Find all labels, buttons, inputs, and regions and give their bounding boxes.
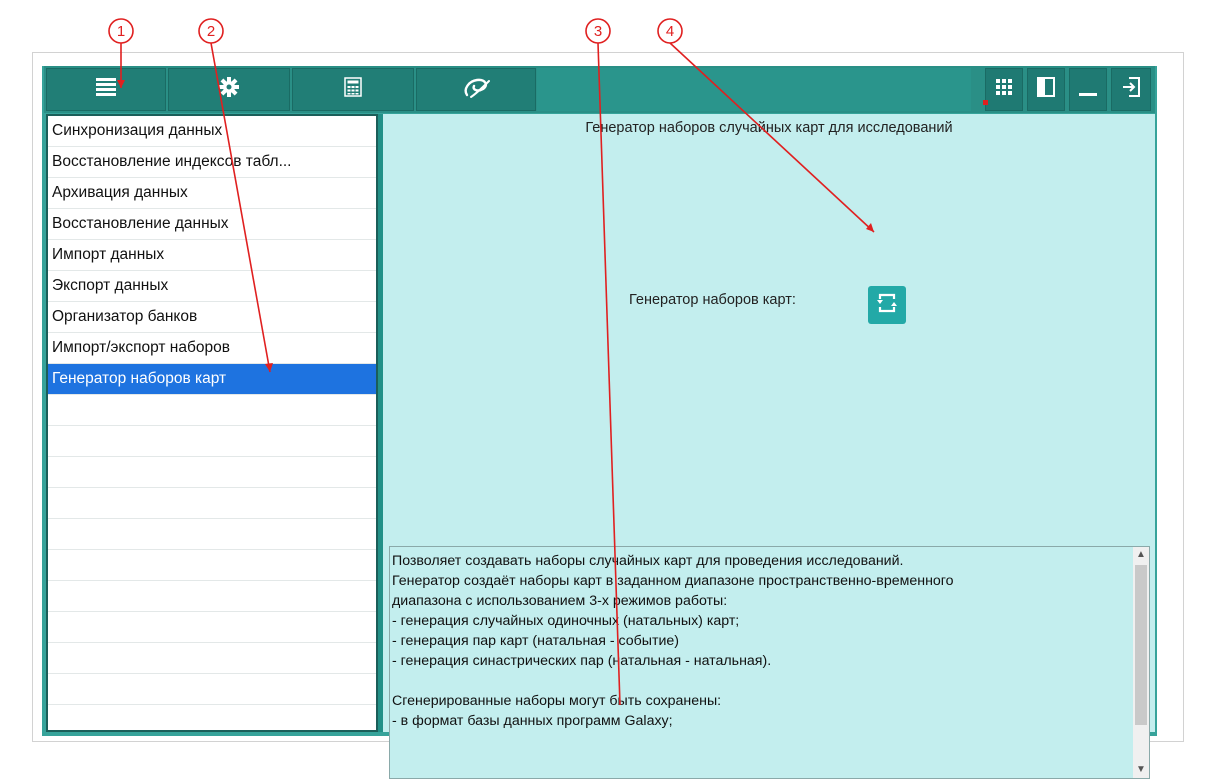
list-item-empty	[48, 674, 376, 705]
list-item-bank-organizer[interactable]: Организатор банков	[48, 302, 376, 333]
galaxy-button[interactable]	[416, 68, 536, 111]
description-text: Позволяет создавать наборы случайных кар…	[392, 551, 1130, 731]
tools-list: Синхронизация данных Восстановление инде…	[48, 116, 376, 730]
galaxy-logo-icon	[459, 75, 493, 104]
list-item-chart-set-generator[interactable]: Генератор наборов карт	[48, 364, 376, 395]
scroll-thumb[interactable]	[1135, 565, 1147, 725]
list-item-empty	[48, 395, 376, 426]
svg-text:4: 4	[666, 23, 674, 40]
settings-button[interactable]	[168, 68, 290, 111]
generator-button[interactable]	[868, 286, 906, 324]
generator-label: Генератор наборов карт:	[629, 292, 796, 308]
list-item-sync[interactable]: Синхронизация данных	[48, 116, 376, 147]
description-line: Позволяет создавать наборы случайных кар…	[392, 553, 904, 569]
description-scrollbar[interactable]: ▲ ▼	[1133, 547, 1149, 778]
list-item-sets-import-export[interactable]: Импорт/экспорт наборов	[48, 333, 376, 364]
menu-button[interactable]	[46, 68, 166, 111]
app-window: Синхронизация данных Восстановление инде…	[42, 66, 1157, 779]
refresh-cycle-icon	[874, 290, 900, 321]
panel-title: Генератор наборов случайных карт для исс…	[585, 120, 953, 136]
list-item-import[interactable]: Импорт данных	[48, 240, 376, 271]
toolbar	[44, 66, 1155, 113]
list-item-restore-indexes[interactable]: Восстановление индексов табл...	[48, 147, 376, 178]
description-line: - генерация пар карт (натальная - событи…	[392, 633, 679, 649]
tools-list-panel: Синхронизация данных Восстановление инде…	[46, 114, 378, 732]
list-item-archive[interactable]: Архивация данных	[48, 178, 376, 209]
svg-text:3: 3	[594, 23, 602, 40]
toolbar-spacer	[537, 68, 971, 111]
gear-icon	[218, 76, 240, 103]
notification-dot	[983, 100, 988, 105]
list-item-empty	[48, 581, 376, 612]
callout-1: 1	[108, 18, 134, 44]
calculator-button[interactable]	[292, 68, 414, 111]
panel-toggle-button[interactable]	[1027, 68, 1065, 111]
list-item-empty	[48, 643, 376, 674]
exit-icon	[1121, 76, 1141, 103]
minimize-button[interactable]	[1069, 68, 1107, 111]
calculator-icon	[344, 77, 362, 102]
list-item-restore-data[interactable]: Восстановление данных	[48, 209, 376, 240]
description-line	[392, 671, 1130, 691]
description-line: - в формат базы данных программ Galaxy;	[392, 713, 673, 729]
menu-lines-icon	[95, 77, 117, 102]
scroll-up-icon[interactable]: ▲	[1133, 547, 1149, 563]
scroll-down-icon[interactable]: ▼	[1133, 762, 1149, 778]
list-item-empty	[48, 457, 376, 488]
list-item-export[interactable]: Экспорт данных	[48, 271, 376, 302]
callout-2: 2	[198, 18, 224, 44]
description-box[interactable]: Позволяет создавать наборы случайных кар…	[389, 546, 1150, 779]
list-item-empty	[48, 550, 376, 581]
description-line: Сгенерированные наборы могут быть сохран…	[392, 693, 722, 709]
grid-icon	[995, 78, 1013, 101]
details-panel: Генератор наборов случайных карт для исс…	[383, 114, 1155, 779]
list-item-empty	[48, 705, 376, 730]
list-item-empty	[48, 426, 376, 457]
svg-text:1: 1	[117, 23, 125, 40]
description-line: диапазона с использованием 3-х режимов р…	[392, 593, 728, 609]
grid-view-button[interactable]	[985, 68, 1023, 111]
svg-text:2: 2	[207, 23, 215, 40]
description-line: - генерация синастрических пар (натальна…	[392, 653, 772, 669]
list-item-empty	[48, 612, 376, 643]
list-item-empty	[48, 519, 376, 550]
description-line: Генератор создаёт наборы карт в заданном…	[392, 573, 954, 589]
description-line: - генерация случайных одиночных (натальн…	[392, 613, 740, 629]
callout-3: 3	[585, 18, 611, 44]
panel-toggle-icon	[1037, 77, 1055, 102]
callout-4: 4	[657, 18, 683, 44]
minimize-icon	[1078, 77, 1098, 102]
exit-button[interactable]	[1111, 68, 1151, 111]
list-item-empty	[48, 488, 376, 519]
